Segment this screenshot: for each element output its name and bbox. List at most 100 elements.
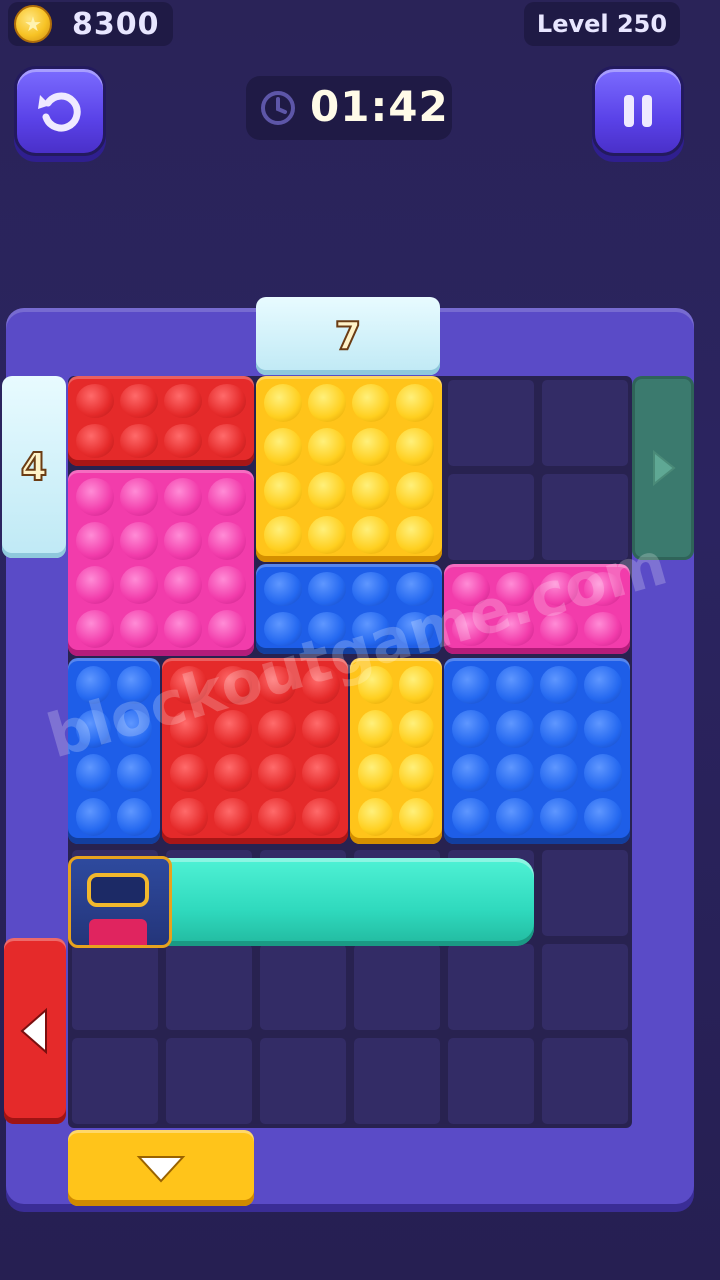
grid-cell	[448, 474, 534, 560]
block-stud	[120, 424, 158, 458]
block-stud	[264, 516, 302, 554]
block-stud	[352, 472, 390, 510]
block-stud	[352, 384, 390, 422]
grid-cell	[354, 944, 440, 1030]
block-stud	[164, 478, 202, 516]
undo-icon	[38, 92, 81, 132]
blue-block-right[interactable]	[444, 658, 630, 844]
block-stud	[540, 754, 578, 792]
grid-cell	[260, 1038, 346, 1124]
slime-machine	[68, 856, 172, 948]
block-stud	[399, 754, 434, 792]
grid-cell	[542, 944, 628, 1030]
pink-block-left[interactable]	[68, 470, 254, 656]
block-stud	[76, 522, 114, 560]
block-stud	[584, 754, 622, 792]
block-stud	[358, 710, 393, 748]
block-stud	[396, 384, 434, 422]
arrow-down-icon	[136, 1156, 186, 1183]
block-stud	[308, 472, 346, 510]
grid-cell	[448, 380, 534, 466]
block-stud	[399, 710, 434, 748]
block-stud	[302, 710, 340, 748]
block-stud	[214, 798, 252, 836]
block-stud	[170, 754, 208, 792]
pause-button[interactable]	[592, 66, 684, 156]
machine-window	[87, 873, 149, 907]
block-stud	[164, 384, 202, 418]
block-stud	[258, 754, 296, 792]
grid-cell	[166, 944, 252, 1030]
arrow-left-icon	[20, 1007, 47, 1055]
top-gate-counter: 7	[334, 313, 362, 359]
block-stud	[117, 754, 152, 792]
grid-cell	[260, 944, 346, 1030]
grid-cell	[448, 944, 534, 1030]
left-red-gate	[4, 938, 66, 1124]
grid-cell	[72, 1038, 158, 1124]
block-stud	[496, 666, 534, 704]
block-stud	[76, 566, 114, 604]
block-stud	[352, 572, 390, 606]
block-stud	[120, 384, 158, 418]
block-stud	[117, 798, 152, 836]
block-stud	[352, 516, 390, 554]
slime-obstacle	[160, 858, 534, 946]
top-bar: ★ 8300 Level 250	[0, 0, 720, 50]
grid-cell	[542, 1038, 628, 1124]
level-label: Level 250	[536, 10, 668, 38]
block-stud	[352, 428, 390, 466]
block-stud	[258, 798, 296, 836]
block-stud	[120, 610, 158, 648]
timer: 01:42	[246, 76, 452, 140]
block-stud	[452, 666, 490, 704]
block-stud	[584, 798, 622, 836]
block-stud	[120, 522, 158, 560]
pause-icon	[624, 95, 652, 127]
block-stud	[302, 754, 340, 792]
bottom-yellow-gate	[68, 1130, 254, 1206]
grid-cell	[354, 1038, 440, 1124]
block-stud	[496, 754, 534, 792]
yellow-block-large[interactable]	[256, 376, 442, 562]
block-stud	[358, 798, 393, 836]
block-stud	[76, 478, 114, 516]
block-stud	[76, 610, 114, 648]
block-stud	[496, 710, 534, 748]
block-stud	[120, 478, 158, 516]
block-stud	[358, 754, 393, 792]
grid-cell	[72, 944, 158, 1030]
block-stud	[208, 522, 246, 560]
grid-cell	[166, 1038, 252, 1124]
coin-counter: ★ 8300	[8, 2, 173, 46]
coin-count: 8300	[72, 7, 160, 42]
block-stud	[76, 384, 114, 418]
block-stud	[208, 424, 246, 458]
block-stud	[308, 572, 346, 606]
block-stud	[264, 384, 302, 422]
yellow-block-narrow[interactable]	[350, 658, 442, 844]
arrow-right-icon	[653, 449, 676, 487]
block-stud	[120, 566, 158, 604]
block-stud	[264, 572, 302, 606]
block-stud	[396, 472, 434, 510]
top-ice-gate: 7	[256, 297, 440, 375]
grid-cell	[542, 380, 628, 466]
block-stud	[208, 384, 246, 418]
block-stud	[302, 798, 340, 836]
block-stud	[396, 516, 434, 554]
left-ice-gate: 4	[2, 376, 66, 558]
block-stud	[208, 478, 246, 516]
block-stud	[164, 424, 202, 458]
grid-cell	[448, 1038, 534, 1124]
undo-button[interactable]	[14, 66, 106, 156]
block-stud	[208, 610, 246, 648]
clock-icon	[261, 91, 295, 125]
block-stud	[584, 666, 622, 704]
red-block-top[interactable]	[68, 376, 254, 466]
block-stud	[308, 384, 346, 422]
block-stud	[584, 710, 622, 748]
block-stud	[76, 798, 111, 836]
block-stud	[76, 424, 114, 458]
block-stud	[452, 710, 490, 748]
